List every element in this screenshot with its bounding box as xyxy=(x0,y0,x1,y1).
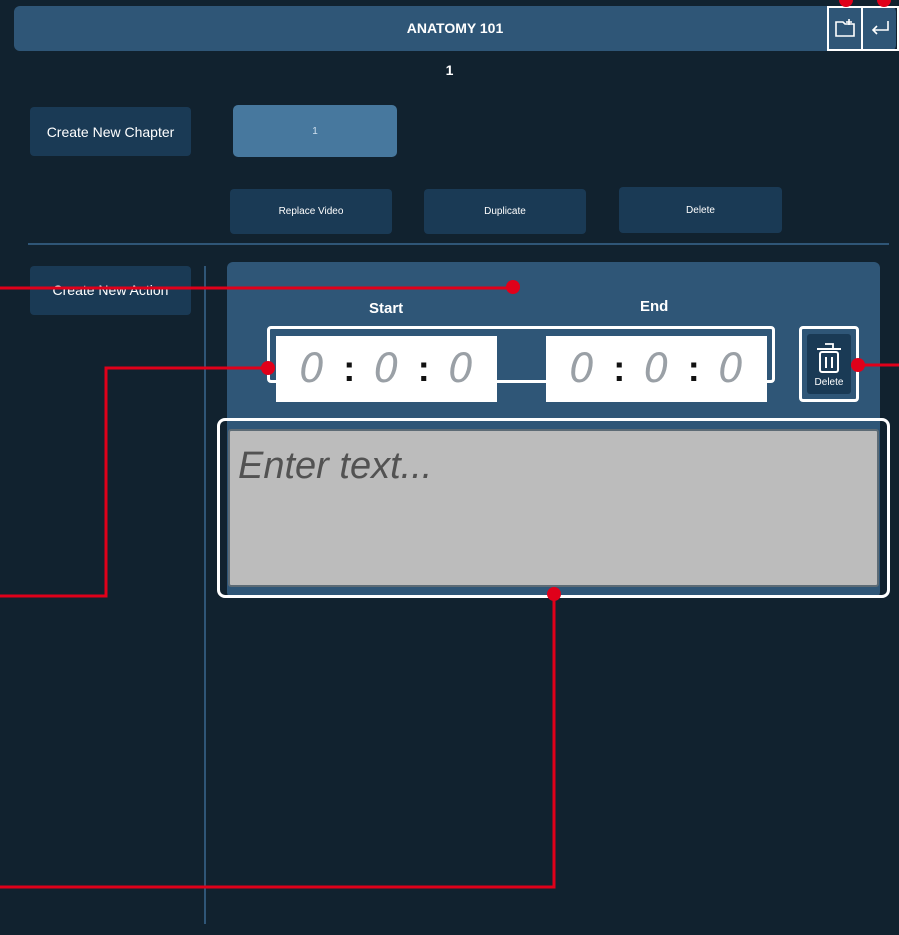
annotation-line xyxy=(0,366,268,598)
annotation-dot xyxy=(839,0,853,7)
annotation-dot xyxy=(261,361,275,375)
annotation-line xyxy=(0,594,556,889)
app-window: ANATOMY 101 1 Create New Chapter 1 Repla… xyxy=(0,0,899,935)
annotation-dot xyxy=(877,0,891,7)
annotation-dot xyxy=(851,358,865,372)
annotation-dot xyxy=(547,587,561,601)
annotation-overlay xyxy=(0,0,899,889)
annotation-dot xyxy=(506,280,520,294)
